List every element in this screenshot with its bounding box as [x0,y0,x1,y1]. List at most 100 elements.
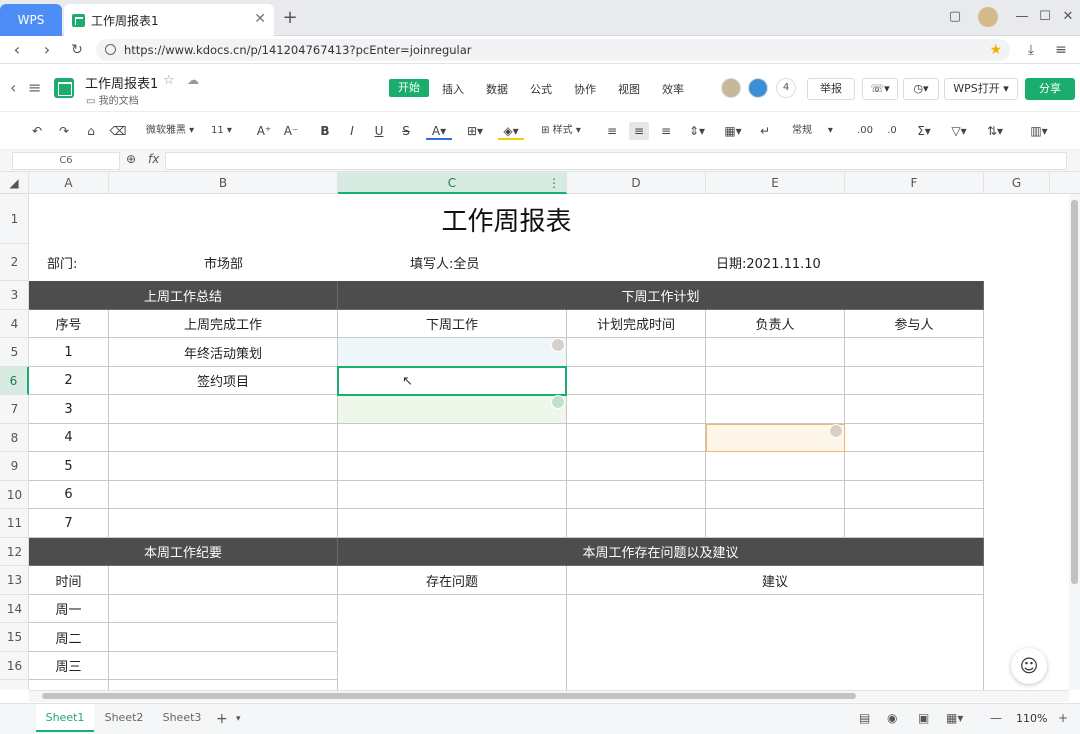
column-header-c[interactable]: C ⋮ [338,172,567,194]
filter-icon[interactable]: ▽▾ [946,122,972,140]
sheet-list-chevron-icon[interactable]: ▾ [236,714,241,724]
table-cell[interactable] [706,395,845,424]
spreadsheet-grid[interactable]: 工作周报表 部门: 市场部 填写人:全员 日期:2021.11.10 上周工作总… [29,194,1069,690]
column-header-b[interactable]: B [109,172,338,194]
table-cell[interactable] [338,481,567,509]
window-sidebar-icon[interactable]: ▢ [944,6,966,28]
time-header[interactable]: 时间 [29,566,109,595]
sheet-title[interactable]: 工作周报表 [29,194,984,244]
day-cell[interactable]: 周三 [29,652,109,680]
dept-label[interactable]: 部门: [29,244,109,281]
vertical-scroll-thumb[interactable] [1071,200,1078,584]
row-header[interactable]: 1 [0,194,29,244]
chart-icon[interactable]: ▥▾ [1026,122,1052,140]
table-cell[interactable] [845,424,984,452]
zoom-level[interactable]: 110% [1016,712,1047,725]
table-cell[interactable] [109,595,338,623]
table-cell[interactable] [845,481,984,509]
wps-open-button[interactable]: WPS打开 ▾ [944,78,1018,100]
cell-name-box[interactable]: C6 [12,152,120,170]
table-cell[interactable] [109,652,338,680]
collaborator-count[interactable]: 4 [776,78,796,98]
seq-cell[interactable]: 1 [29,338,109,367]
font-family-select[interactable]: 微软雅黑 ▾ [146,122,202,140]
seq-cell[interactable]: 5 [29,452,109,481]
minutes-header[interactable]: 本周工作纪要 [29,538,338,566]
image-icon[interactable]: ▣ [918,711,929,725]
dept-value[interactable]: 市场部 [109,244,338,281]
column-header-g[interactable]: G [984,172,1050,194]
row-header[interactable]: 5 [0,338,29,367]
seq-cell[interactable]: 2 [29,367,109,395]
borders-icon[interactable]: ⊞▾ [462,122,488,140]
new-tab-button[interactable]: + [280,8,300,28]
done-cell[interactable]: 年终活动策划 [109,338,338,367]
share-button[interactable]: 分享 [1025,78,1075,100]
menu-data[interactable]: 数据 [486,81,508,97]
column-header-a[interactable]: A [29,172,109,194]
sort-icon[interactable]: ⇅▾ [982,122,1008,140]
menu-start[interactable]: 开始 [389,79,429,97]
row-header[interactable]: 11 [0,509,29,538]
align-left-icon[interactable]: ≡ [603,122,621,140]
participants-header[interactable]: 参与人 [845,310,984,338]
merge-cells-icon[interactable]: ▦▾ [720,122,746,140]
table-cell[interactable] [567,367,706,395]
row-header[interactable]: 15 [0,623,29,652]
table-cell[interactable] [338,452,567,481]
column-header-f[interactable]: F [845,172,984,194]
table-cell[interactable] [567,481,706,509]
table-cell[interactable] [567,452,706,481]
table-cell[interactable] [567,338,706,367]
undo-icon[interactable]: ↶ [28,122,46,140]
table-cell[interactable] [845,509,984,538]
day-cell[interactable]: 周一 [29,595,109,623]
close-tab-icon[interactable]: ✕ [254,11,266,27]
wrap-text-icon[interactable]: ↵ [756,122,774,140]
collapse-chevron-icon[interactable]: ‹ [10,78,16,97]
vertical-align-icon[interactable]: ⇕▾ [684,122,710,140]
row-header[interactable]: 10 [0,481,29,509]
fx-icon[interactable]: fx [148,152,159,166]
document-tab[interactable]: 工作周报表1 ✕ [64,4,274,36]
zoom-in-icon[interactable]: + [1058,711,1068,725]
download-icon[interactable]: ⤓ [1020,39,1042,61]
suggestions-header[interactable]: 建议 [567,566,984,595]
table-cell[interactable] [845,452,984,481]
table-cell[interactable] [109,424,338,452]
user-avatar[interactable] [978,7,998,27]
seq-cell[interactable]: 4 [29,424,109,452]
suggestions-cell[interactable] [567,595,984,690]
table-cell[interactable] [706,424,845,452]
select-all-corner[interactable]: ◢ [0,172,29,194]
table-cell[interactable] [338,338,567,367]
date-label[interactable]: 日期:2021.11.10 [706,244,886,281]
protect-sheet-icon[interactable]: ▤ [859,711,870,725]
row-header[interactable]: 3 [0,281,29,310]
underline-icon[interactable]: U [370,122,388,140]
seq-cell[interactable]: 3 [29,395,109,424]
seq-cell[interactable]: 6 [29,481,109,509]
row-header[interactable]: 7 [0,395,29,424]
menu-collaborate[interactable]: 协作 [574,81,596,97]
table-cell[interactable] [109,452,338,481]
issues-header[interactable]: 存在问题 [338,566,567,595]
next-work-header[interactable]: 下周工作 [338,310,567,338]
italic-icon[interactable]: I [343,122,361,140]
table-cell[interactable] [109,395,338,424]
history-icon[interactable]: ◷▾ [903,78,939,100]
number-format-select[interactable]: 常规 ▾ [792,122,848,140]
row-header[interactable]: 13 [0,566,29,595]
layout-icon[interactable]: ▦▾ [946,711,963,725]
day-cell[interactable]: 周二 [29,623,109,652]
align-right-icon[interactable]: ≡ [657,122,675,140]
assistant-bot-icon[interactable]: ☺ [1011,648,1047,684]
plan-time-header[interactable]: 计划完成时间 [567,310,706,338]
active-cell-selection[interactable] [337,366,567,396]
table-cell[interactable] [845,367,984,395]
fill-color-icon[interactable]: ◈▾ [498,122,524,140]
zoom-search-icon[interactable]: ⊕ [126,152,136,166]
row-header[interactable]: 2 [0,244,29,281]
decrease-decimal-icon[interactable]: .0 [883,122,901,140]
table-cell[interactable] [109,566,338,595]
